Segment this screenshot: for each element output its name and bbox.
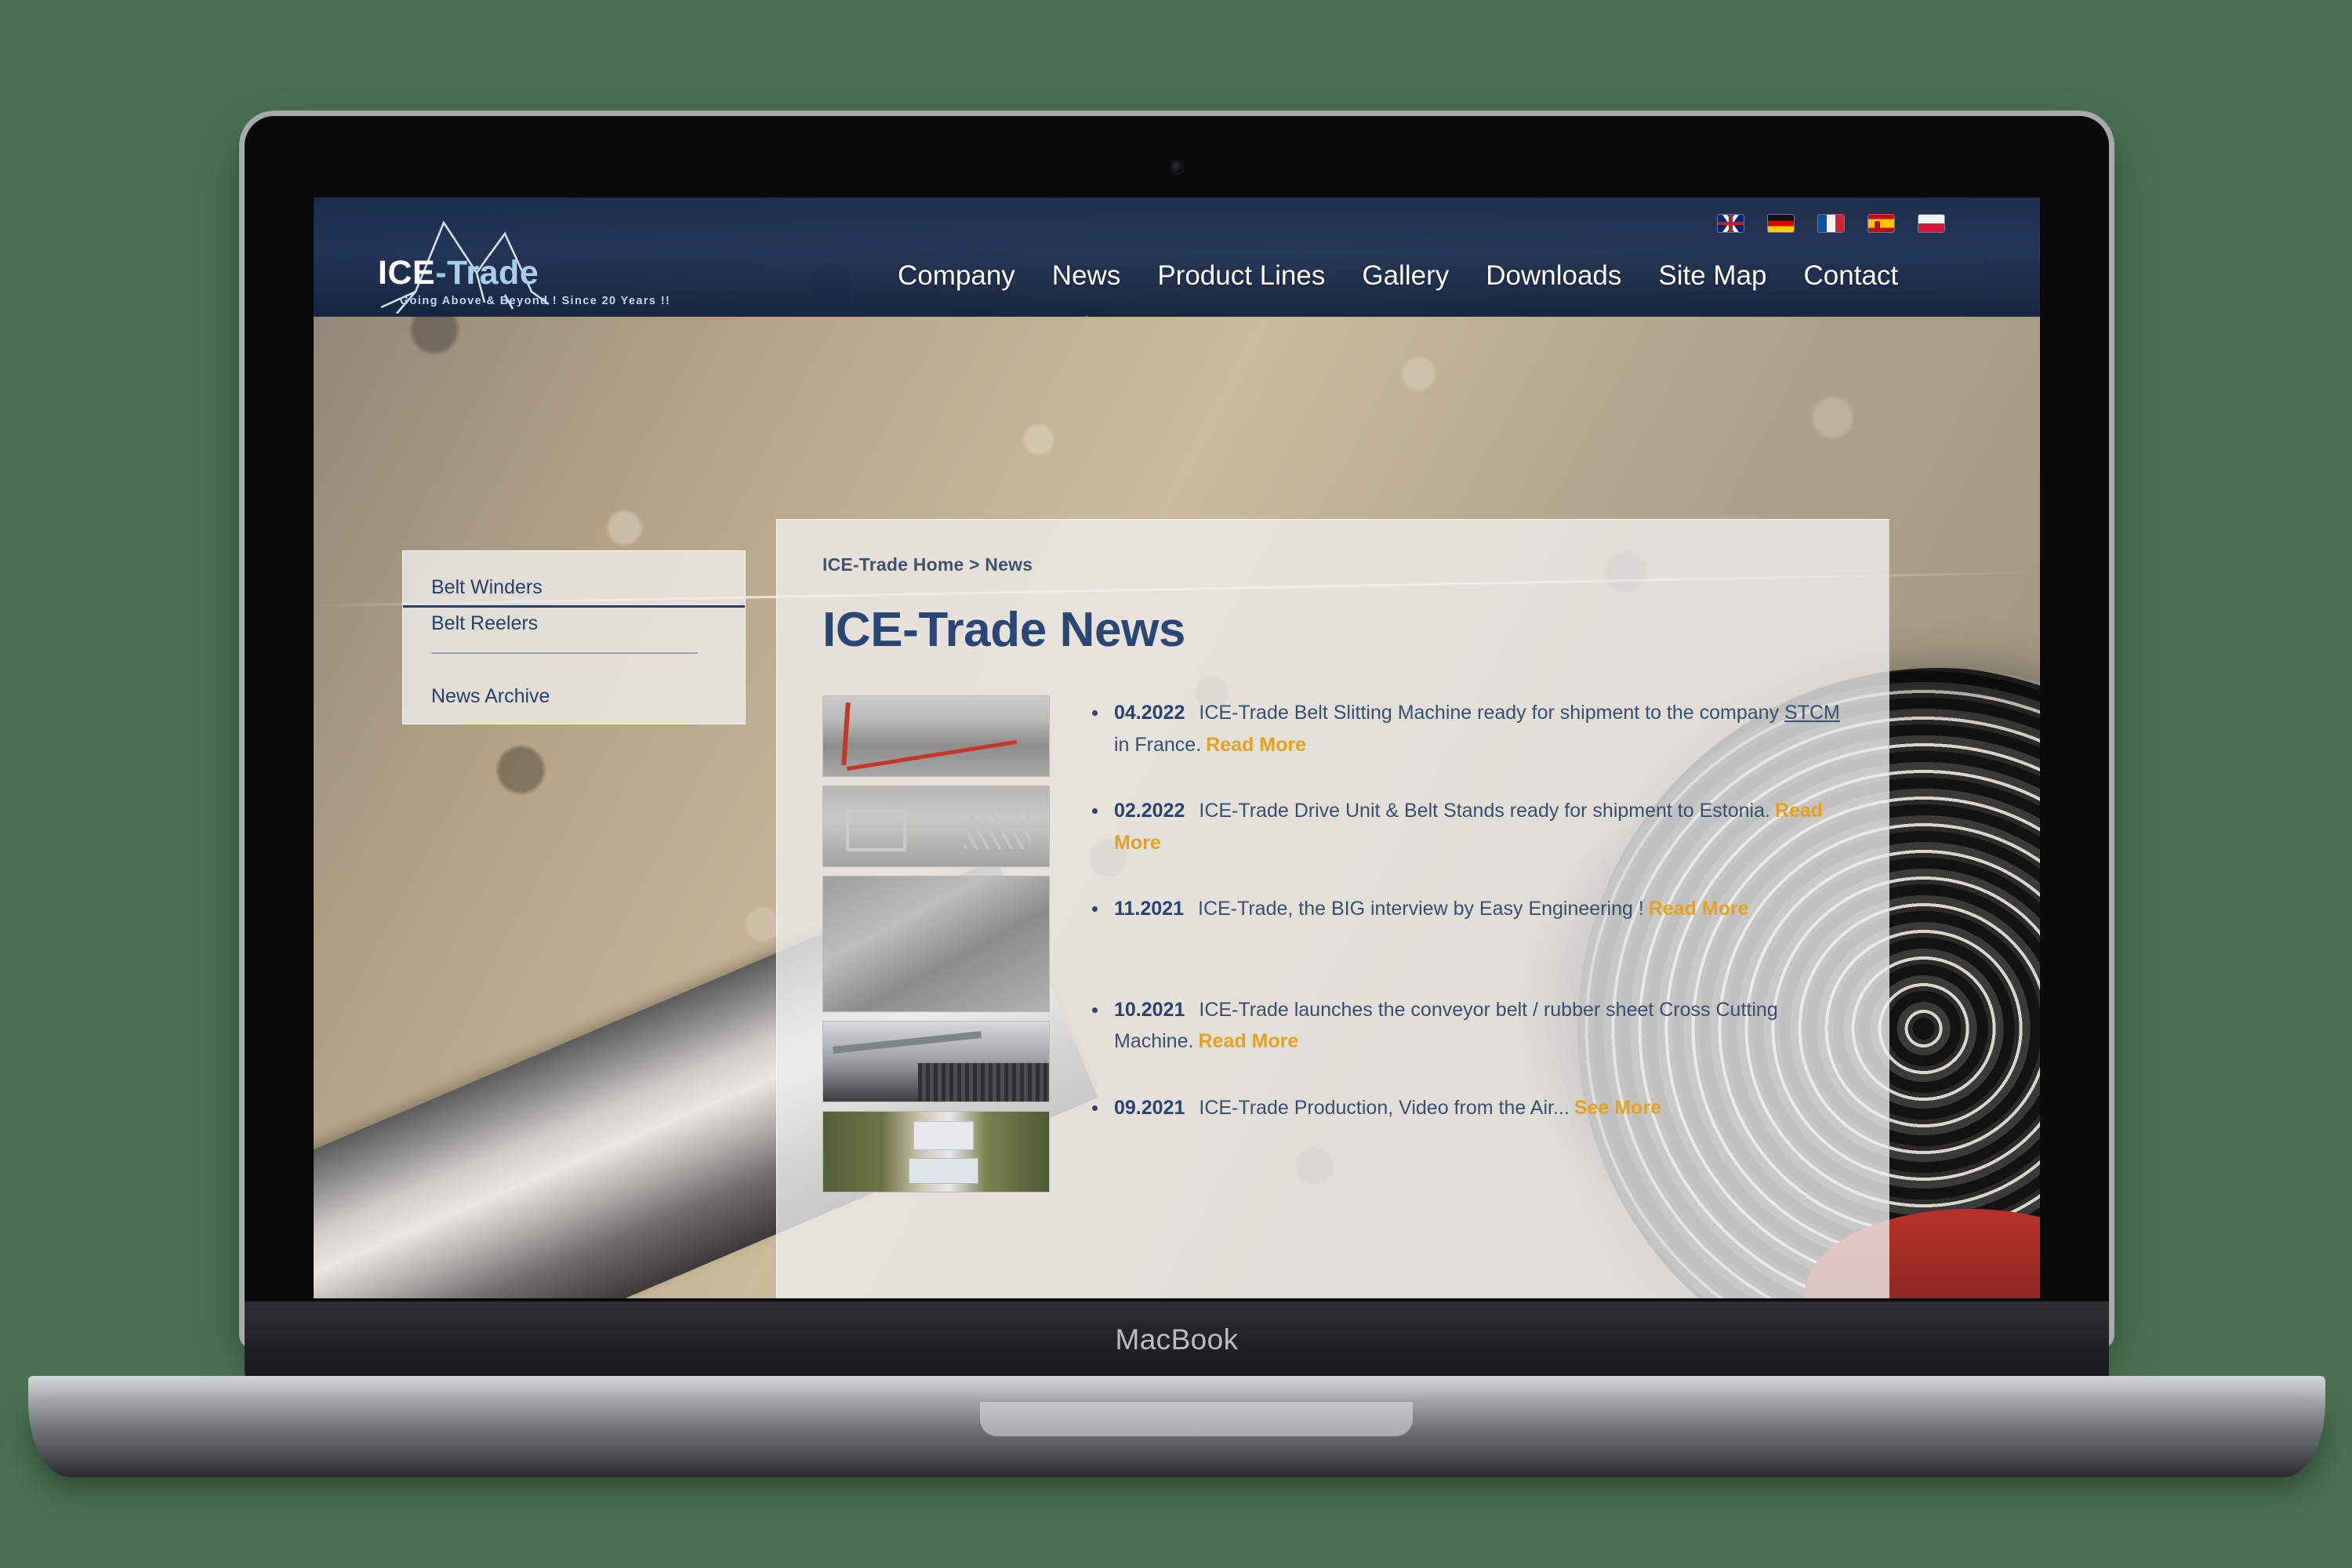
bullet-icon (1092, 1105, 1098, 1111)
laptop-chin: MacBook (245, 1301, 2109, 1378)
logo-text-trade: Trade (447, 254, 539, 292)
news-text: ICE-Trade Drive Unit & Belt Stands ready… (1199, 800, 1770, 822)
sidebar-item-belt-winders[interactable]: Belt Winders (431, 572, 717, 605)
drive-unit-belt-stands-thumb[interactable] (822, 786, 1050, 867)
news-text: ICE-Trade Production, Video from the Air… (1199, 1096, 1570, 1119)
breadcrumb[interactable]: ICE-Trade Home > News (822, 554, 1846, 575)
news-date: 02.2022 (1114, 800, 1185, 822)
nav-item-product-lines[interactable]: Product Lines (1157, 260, 1325, 292)
site-logo[interactable]: ICE-Trade Going Above & Beyond ! Since 2… (367, 216, 670, 314)
nav-item-news-label: News (1051, 260, 1121, 291)
news-date: 11.2021 (1114, 898, 1184, 920)
sidebar-item-news-archive[interactable]: News Archive (431, 681, 717, 714)
flag-pl-icon[interactable] (1918, 215, 1944, 232)
content-panel: ICE-Trade Home > News ICE-Trade News 04.… (776, 519, 1889, 1298)
cross-cutting-machine-thumb[interactable] (822, 1021, 1050, 1102)
sidebar-panel: Belt Winders Belt Reelers News Archive (402, 550, 746, 726)
sidebar-item-belt-reelers[interactable]: Belt Reelers (431, 608, 717, 641)
news-list-item: 09.2021 ICE-Trade Production, Video from … (1087, 1092, 1846, 1124)
read-more-link[interactable]: Read More (1206, 734, 1306, 756)
read-more-link[interactable]: Read More (1198, 1030, 1298, 1052)
device-brand-label: MacBook (1115, 1323, 1239, 1356)
page-title: ICE-Trade News (822, 603, 1186, 657)
nav-item-gallery[interactable]: Gallery (1362, 260, 1449, 292)
language-switcher (1718, 215, 1944, 232)
bullet-icon (1092, 906, 1098, 912)
news-list-item: 10.2021 ICE-Trade launches the conveyor b… (1087, 994, 1846, 1058)
news-text: ICE-Trade Belt Slitting Machine ready fo… (1199, 702, 1785, 724)
nav-active-caret-icon (1072, 316, 1101, 317)
logo-text-ice: ICE (378, 254, 436, 292)
flag-de-icon[interactable] (1768, 215, 1794, 232)
news-date: 09.2021 (1114, 1096, 1185, 1119)
main-navigation: Company News Product Lines Gallery Downl… (898, 260, 1899, 317)
flag-fr-icon[interactable] (1818, 215, 1844, 232)
logo-wordmark: ICE-Trade (378, 254, 539, 292)
webcam-icon (1171, 162, 1183, 173)
news-section: 04.2022 ICE-Trade Belt Slitting Machine r… (822, 695, 1846, 1192)
news-list: 04.2022 ICE-Trade Belt Slitting Machine r… (1050, 695, 1846, 1192)
aerial-production-thumb[interactable] (822, 1111, 1050, 1192)
screen-viewport: ICE-Trade Going Above & Beyond ! Since 2… (314, 198, 2040, 1298)
laptop-mockup: ICE-Trade Going Above & Beyond ! Since 2… (0, 0, 2352, 1568)
news-date: 10.2021 (1114, 998, 1185, 1021)
read-more-link[interactable]: Read More (1649, 898, 1749, 920)
news-list-item: 11.2021 ICE-Trade, the BIG interview by E… (1087, 893, 1846, 925)
news-date: 04.2022 (1114, 702, 1185, 724)
flag-es-icon[interactable] (1868, 215, 1894, 232)
news-list-item: 02.2022 ICE-Trade Drive Unit & Belt Stand… (1087, 795, 1846, 858)
logo-tagline: Going Above & Beyond ! Since 20 Years !! (400, 295, 671, 307)
news-text-tail: in France. (1114, 733, 1202, 756)
see-more-link[interactable]: See More (1574, 1097, 1661, 1119)
flag-uk-icon[interactable] (1718, 215, 1744, 232)
belt-slitting-machine-thumb[interactable] (822, 695, 1050, 777)
bullet-icon (1092, 1007, 1098, 1013)
nav-item-site-map[interactable]: Site Map (1658, 260, 1766, 292)
nav-item-downloads[interactable]: Downloads (1486, 260, 1621, 292)
bullet-icon (1092, 710, 1098, 716)
sidebar-divider (431, 724, 698, 726)
bullet-icon (1092, 808, 1098, 814)
news-list-item: 04.2022 ICE-Trade Belt Slitting Machine r… (1087, 697, 1846, 760)
rubber-sheet-thumb[interactable] (822, 876, 1050, 1012)
website-page: ICE-Trade Going Above & Beyond ! Since 2… (314, 198, 2040, 1298)
laptop-base-notch (980, 1402, 1413, 1436)
laptop-bezel: ICE-Trade Going Above & Beyond ! Since 2… (245, 116, 2109, 1343)
news-text: ICE-Trade, the BIG interview by Easy Eng… (1198, 898, 1644, 920)
logo-text-dash: - (435, 254, 448, 292)
news-text-emphasis: STCM (1784, 702, 1840, 724)
nav-item-company[interactable]: Company (898, 260, 1015, 292)
news-thumbnail-column (822, 695, 1050, 1192)
nav-item-contact[interactable]: Contact (1804, 260, 1899, 292)
site-header: ICE-Trade Going Above & Beyond ! Since 2… (314, 198, 2040, 317)
nav-item-news[interactable]: News (1051, 260, 1121, 317)
